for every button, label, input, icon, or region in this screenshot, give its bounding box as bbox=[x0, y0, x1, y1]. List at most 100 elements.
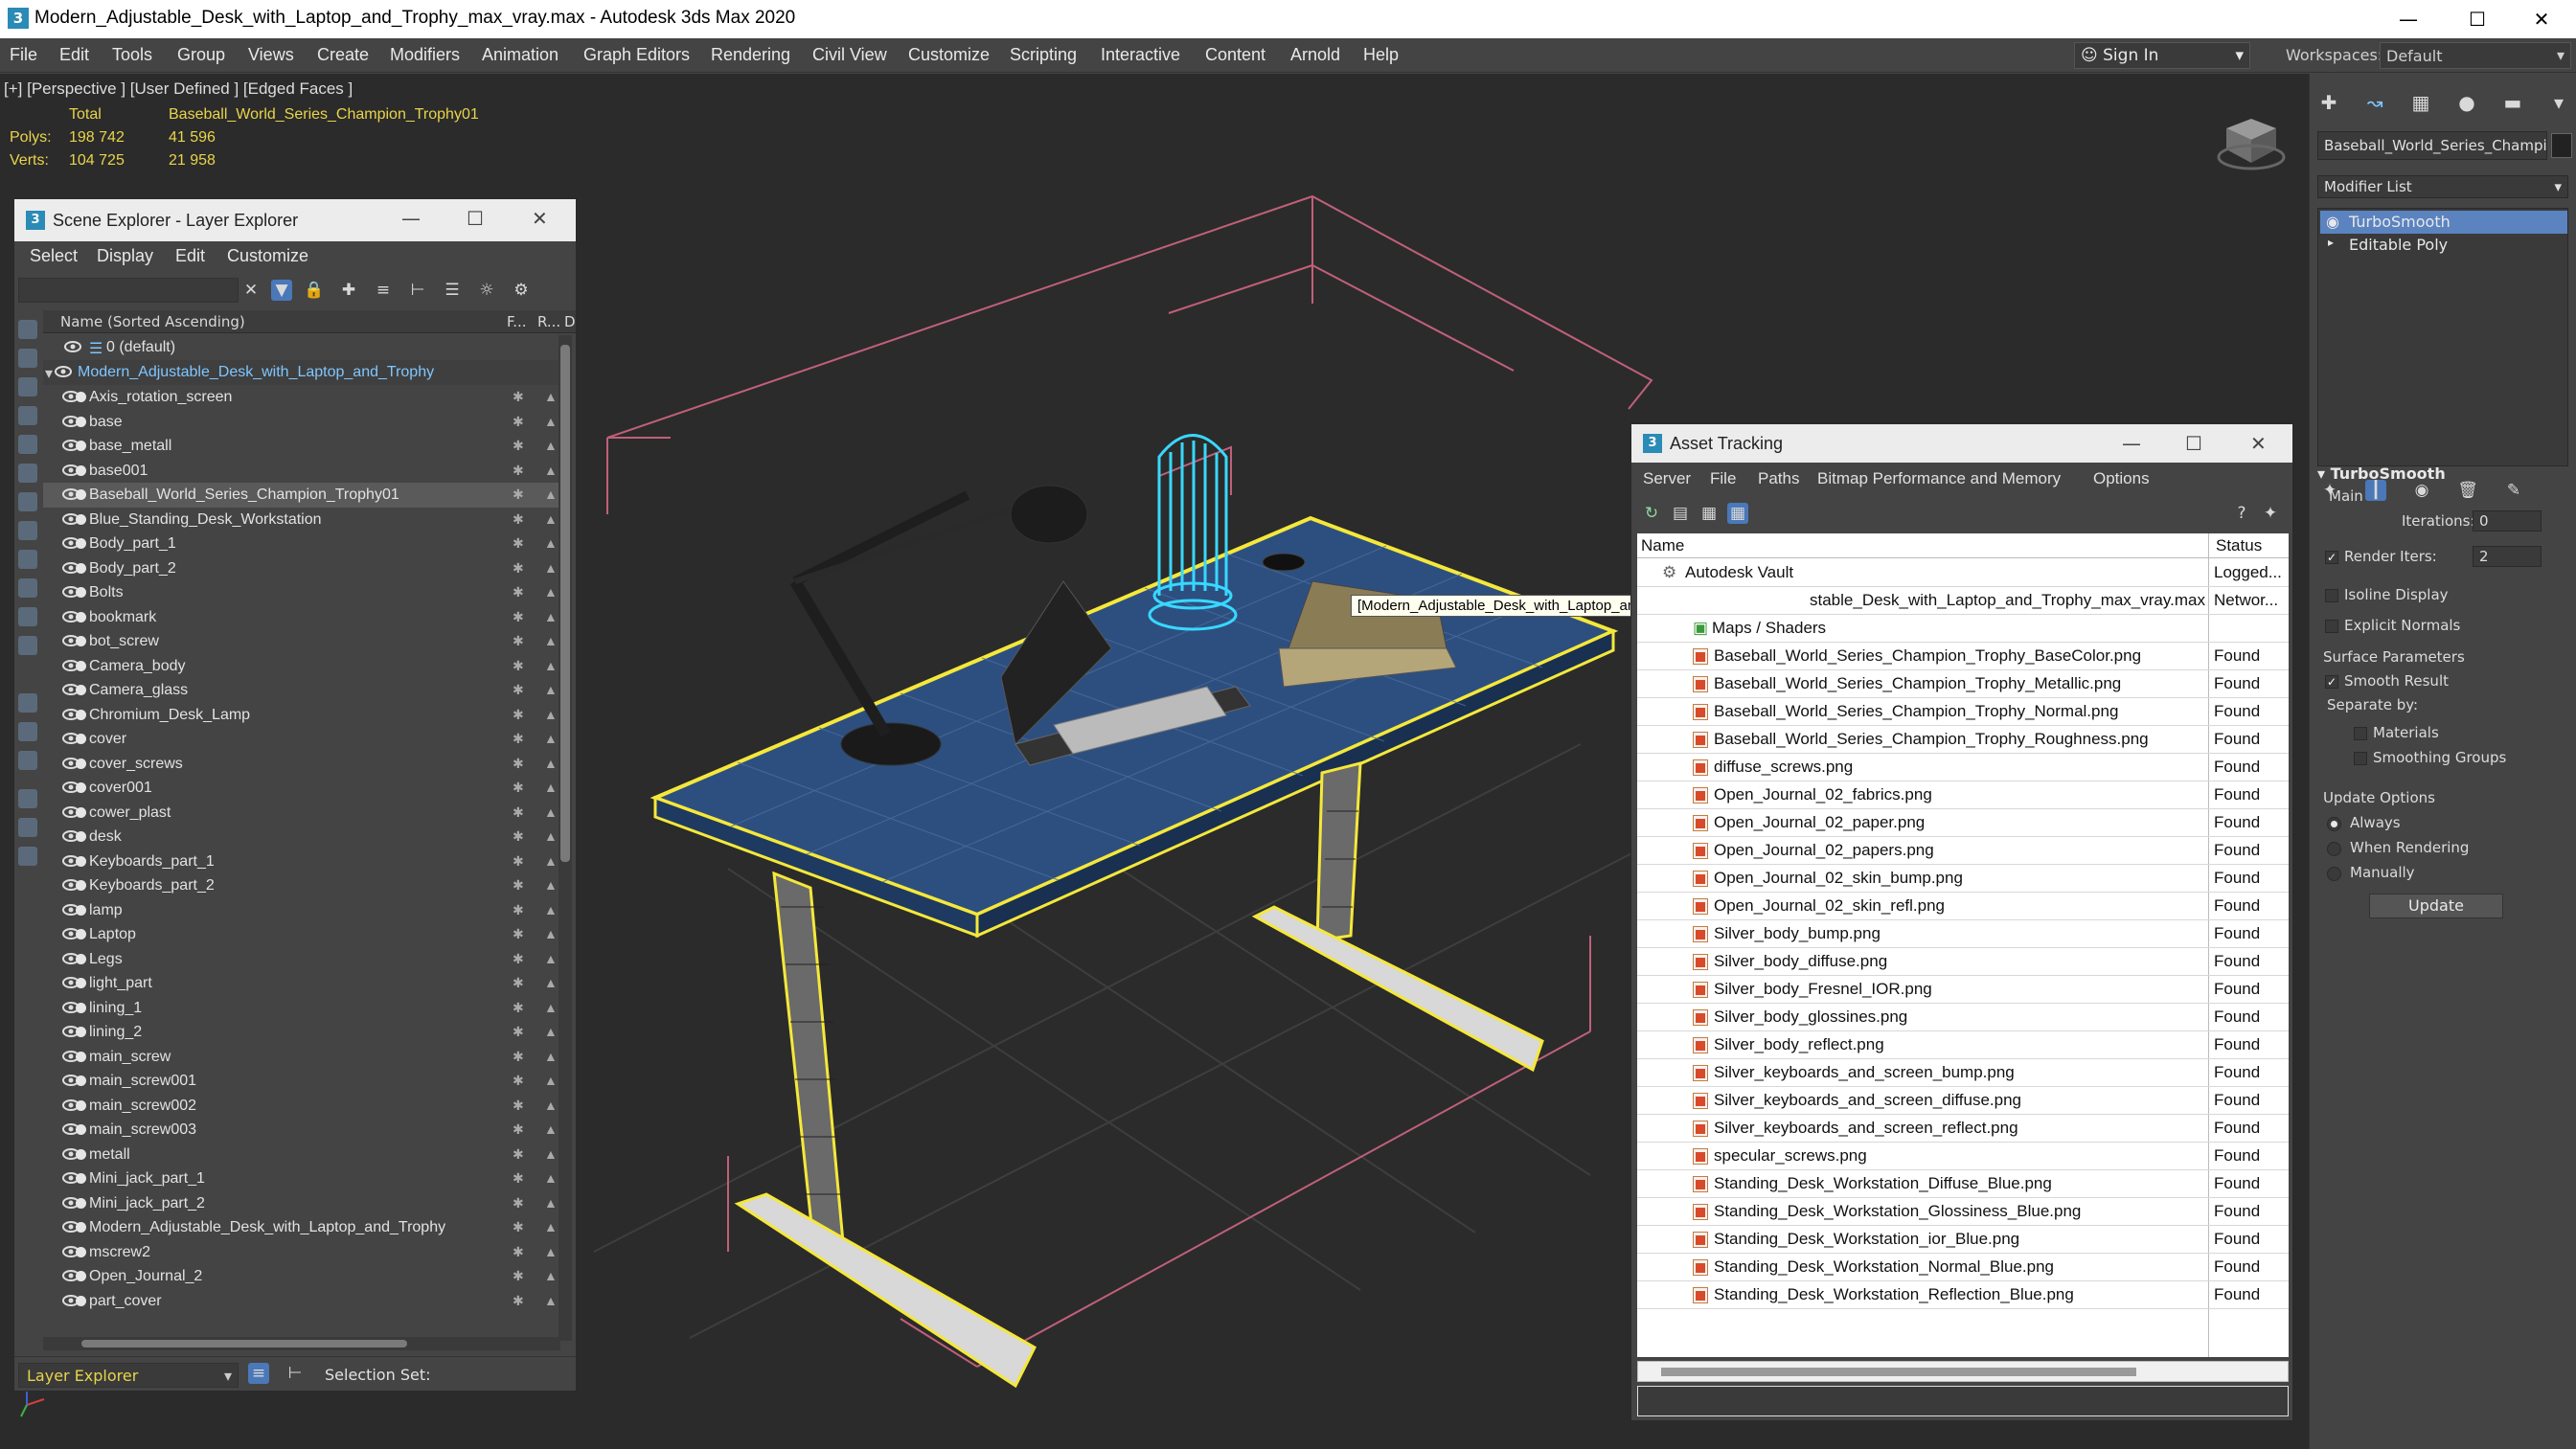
menu-paths[interactable]: Paths bbox=[1758, 469, 1799, 488]
helpers-filter-icon[interactable] bbox=[18, 435, 37, 454]
explicit-normals-checkbox[interactable] bbox=[2325, 620, 2338, 633]
render-icon[interactable]: ▲ bbox=[544, 877, 558, 893]
render-icon[interactable]: ▲ bbox=[544, 511, 558, 527]
help-icon[interactable]: ? bbox=[2231, 503, 2252, 524]
menu-bitmap-performance[interactable]: Bitmap Performance and Memory bbox=[1817, 469, 2061, 488]
asset-row-file[interactable]: Baseball_World_Series_Champion_Trophy_No… bbox=[1637, 698, 2289, 726]
eye-icon[interactable] bbox=[55, 365, 72, 378]
groups-filter-icon[interactable] bbox=[18, 492, 37, 511]
render-icon[interactable]: ▲ bbox=[544, 1219, 558, 1234]
menu-display[interactable]: Display bbox=[97, 246, 153, 266]
maximize-button[interactable]: ☐ bbox=[2443, 0, 2512, 38]
freeze-icon[interactable]: ✱ bbox=[513, 1098, 524, 1114]
asset-row-file[interactable]: Standing_Desk_Workstation_ior_Blue.png Fo… bbox=[1637, 1226, 2289, 1254]
light-icon[interactable]: ☼ bbox=[476, 280, 497, 301]
scene-object-row[interactable]: lamp ✱ ▲ bbox=[43, 898, 568, 923]
freeze-icon[interactable]: ✱ bbox=[513, 1049, 524, 1065]
stack-item-turbosmooth[interactable]: ◉ TurboSmooth bbox=[2320, 211, 2567, 234]
scene-object-row[interactable]: Body_part_2 ✱ ▲ bbox=[43, 556, 568, 581]
render-icon[interactable]: ▲ bbox=[544, 1049, 558, 1064]
render-icon[interactable]: ▲ bbox=[544, 780, 558, 795]
object-name-field[interactable]: Baseball_World_Series_Champio bbox=[2317, 131, 2547, 160]
scene-object-row[interactable]: Legs ✱ ▲ bbox=[43, 947, 568, 972]
maximize-button[interactable]: ☐ bbox=[2185, 432, 2202, 455]
menu-graph-editors[interactable]: Graph Editors bbox=[583, 45, 690, 65]
freeze-icon[interactable]: ✱ bbox=[513, 633, 524, 649]
scroll-thumb[interactable] bbox=[560, 345, 570, 862]
freeze-icon[interactable]: ✱ bbox=[513, 1268, 524, 1284]
freeze-icon[interactable]: ✱ bbox=[513, 1121, 524, 1138]
menu-tools[interactable]: Tools bbox=[112, 45, 152, 65]
asset-row-file[interactable]: diffuse_screws.png Found bbox=[1637, 754, 2289, 781]
asset-row-file[interactable]: Silver_keyboards_and_screen_reflect.png F… bbox=[1637, 1115, 2289, 1143]
asset-row-max-file[interactable]: stable_Desk_with_Laptop_and_Trophy_max_v… bbox=[1637, 587, 2289, 615]
freeze-icon[interactable]: ✱ bbox=[513, 414, 524, 430]
containers-filter-icon[interactable] bbox=[18, 578, 37, 598]
frozen-filter-icon[interactable] bbox=[18, 607, 37, 626]
scene-object-row[interactable]: mscrew2 ✱ ▲ bbox=[43, 1240, 568, 1265]
scene-object-row[interactable]: Keyboards_part_2 ✱ ▲ bbox=[43, 873, 568, 898]
hierarchy-icon[interactable]: ⊢ bbox=[285, 1363, 306, 1384]
scene-object-row[interactable]: base001 ✱ ▲ bbox=[43, 459, 568, 484]
render-icon[interactable]: ▲ bbox=[544, 1170, 558, 1186]
render-icon[interactable]: ▲ bbox=[544, 926, 558, 941]
menu-customize[interactable]: Customize bbox=[227, 246, 308, 266]
freeze-icon[interactable]: ✱ bbox=[513, 951, 524, 967]
render-icon[interactable]: ▲ bbox=[544, 535, 558, 551]
shapes-filter-icon[interactable] bbox=[18, 349, 37, 368]
scene-object-row[interactable]: Laptop ✱ ▲ bbox=[43, 922, 568, 947]
render-icon[interactable]: ▲ bbox=[544, 609, 558, 624]
scene-object-row[interactable]: cover_screws ✱ ▲ bbox=[43, 752, 568, 777]
close-button[interactable]: ✕ bbox=[2250, 432, 2267, 455]
render-icon[interactable]: ▲ bbox=[544, 853, 558, 869]
invert-icon[interactable] bbox=[18, 751, 37, 770]
modifier-list-dropdown[interactable]: Modifier List ▾ bbox=[2317, 175, 2568, 198]
render-icon[interactable]: ▲ bbox=[544, 1195, 558, 1211]
render-icon[interactable]: ▲ bbox=[544, 731, 558, 746]
asset-row-file[interactable]: Open_Journal_02_skin_bump.png Found bbox=[1637, 865, 2289, 893]
menu-civil-view[interactable]: Civil View bbox=[812, 45, 887, 65]
asset-row-file[interactable]: Silver_keyboards_and_screen_diffuse.png F… bbox=[1637, 1087, 2289, 1115]
filter-options-icon[interactable] bbox=[18, 789, 37, 808]
scene-object-row[interactable]: part_cover ✱ ▲ bbox=[43, 1289, 568, 1314]
render-icon[interactable]: ▲ bbox=[544, 584, 558, 600]
asset-row-file[interactable]: Silver_body_reflect.png Found bbox=[1637, 1031, 2289, 1059]
show-end-result-icon[interactable]: ┃ bbox=[2365, 480, 2386, 501]
scroll-thumb[interactable] bbox=[1661, 1368, 2136, 1376]
render-icon[interactable]: ▲ bbox=[544, 389, 558, 404]
menu-animation[interactable]: Animation bbox=[482, 45, 559, 65]
object-color-swatch[interactable] bbox=[2551, 133, 2572, 158]
display-tab-icon[interactable]: ▬ bbox=[2499, 89, 2526, 116]
scene-object-row[interactable]: bookmark ✱ ▲ bbox=[43, 605, 568, 630]
freeze-icon[interactable]: ✱ bbox=[513, 658, 524, 674]
collapse-arrow-icon[interactable]: ▾ bbox=[45, 364, 53, 383]
freeze-icon[interactable]: ✱ bbox=[513, 1146, 524, 1163]
render-icon[interactable]: ▲ bbox=[544, 951, 558, 966]
render-icon[interactable]: ▲ bbox=[544, 560, 558, 576]
render-icon[interactable]: ▲ bbox=[544, 658, 558, 673]
asset-row-file[interactable]: Silver_body_diffuse.png Found bbox=[1637, 948, 2289, 976]
scene-object-row[interactable]: Camera_glass ✱ ▲ bbox=[43, 678, 568, 703]
scene-object-row[interactable]: Keyboards_part_1 ✱ ▲ bbox=[43, 849, 568, 874]
render-icon[interactable]: ▲ bbox=[544, 828, 558, 844]
smooth-result-checkbox[interactable]: ✓ bbox=[2325, 675, 2338, 689]
render-icon[interactable]: ▲ bbox=[544, 1000, 558, 1015]
horizontal-scrollbar[interactable] bbox=[43, 1337, 560, 1350]
render-iters-spinner[interactable]: 2 bbox=[2473, 546, 2542, 567]
render-icon[interactable]: ▲ bbox=[544, 1244, 558, 1259]
scene-object-row[interactable]: main_screw001 ✱ ▲ bbox=[43, 1069, 568, 1094]
hidden-filter-icon[interactable] bbox=[18, 636, 37, 655]
explorer-type-select[interactable]: Layer Explorer ▾ bbox=[18, 1363, 239, 1388]
render-icon[interactable]: ▲ bbox=[544, 756, 558, 771]
menu-views[interactable]: Views bbox=[248, 45, 294, 65]
lock-icon[interactable]: 🔒 bbox=[304, 280, 325, 301]
hierarchy-tab-icon[interactable]: ▦ bbox=[2407, 89, 2434, 116]
grid-view-icon[interactable]: ▦ bbox=[1727, 503, 1748, 524]
render-icon[interactable]: ▲ bbox=[544, 975, 558, 990]
scene-object-row[interactable]: main_screw ✱ ▲ bbox=[43, 1045, 568, 1070]
xrefs-filter-icon[interactable] bbox=[18, 521, 37, 540]
menu-scripting[interactable]: Scripting bbox=[1010, 45, 1077, 65]
asset-row-file[interactable]: Standing_Desk_Workstation_Reflection_Blu… bbox=[1637, 1281, 2289, 1309]
scene-object-row[interactable]: Chromium_Desk_Lamp ✱ ▲ bbox=[43, 703, 568, 728]
clear-search-icon[interactable]: ✕ bbox=[240, 280, 262, 301]
